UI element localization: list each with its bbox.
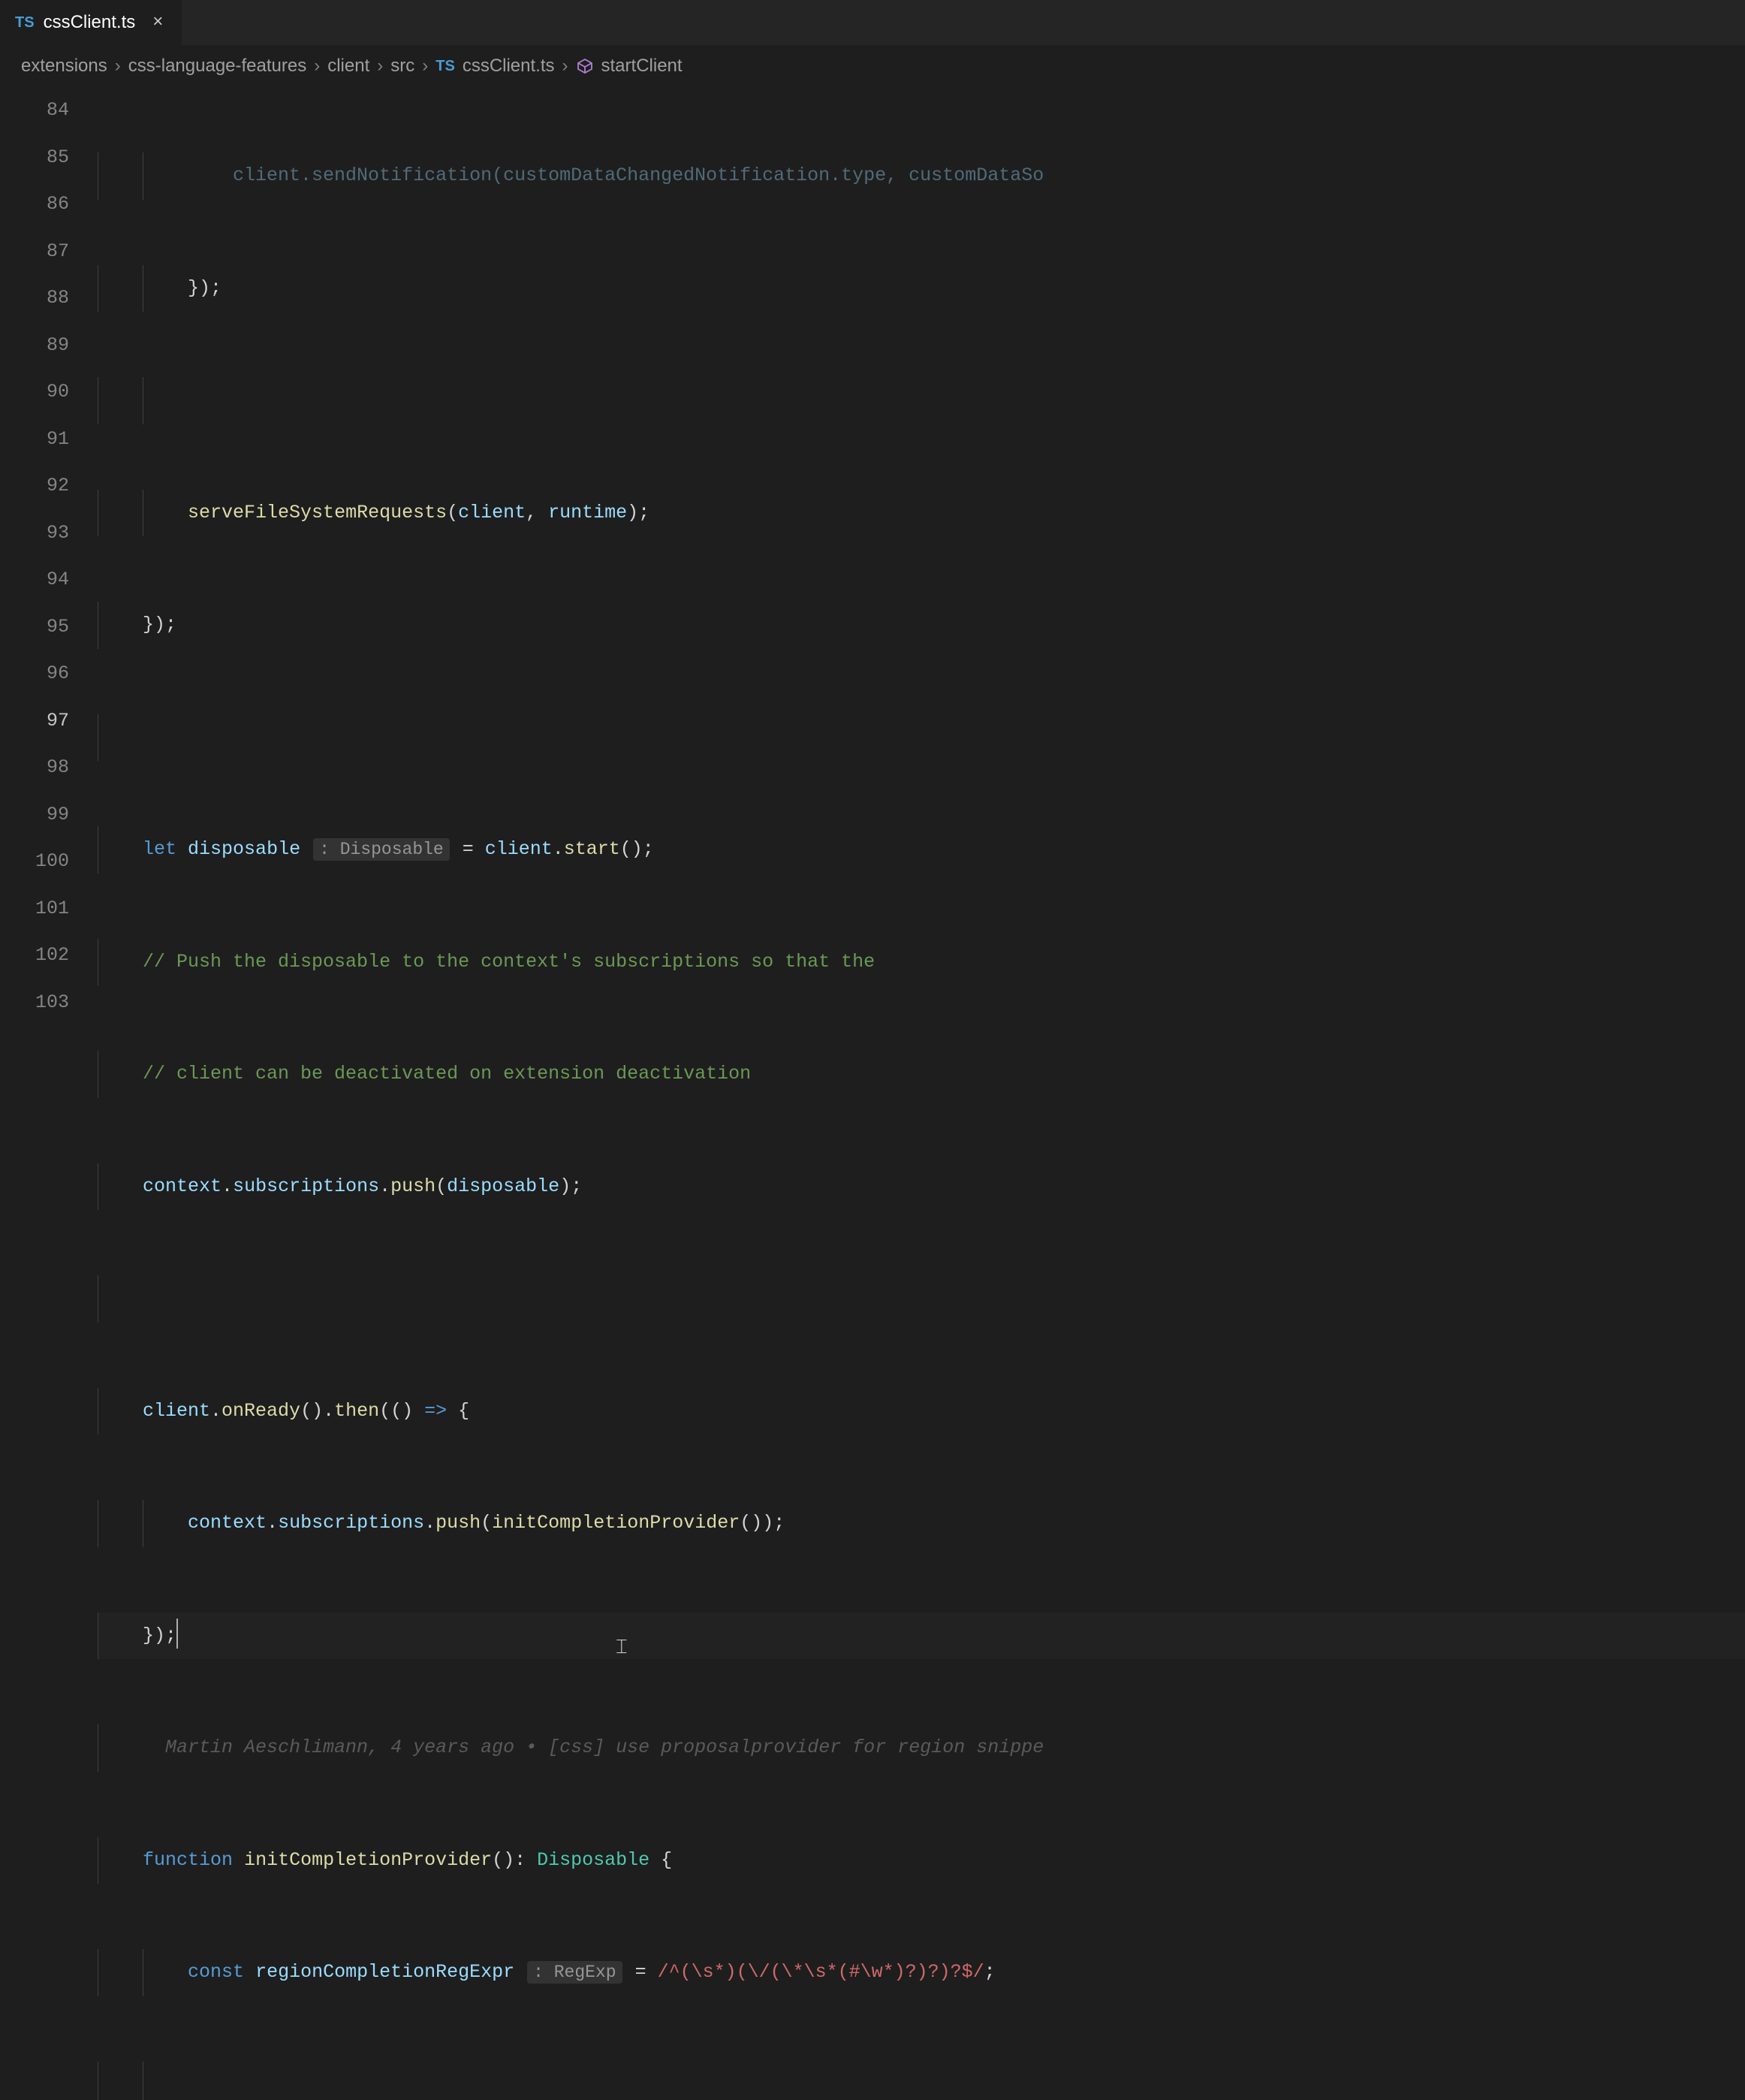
code-line[interactable]: }); <box>98 602 1745 649</box>
code-area[interactable]: client.sendNotification(customDataChange… <box>98 87 1745 2100</box>
code-text: client <box>458 502 526 523</box>
symbol-method-icon <box>576 57 594 75</box>
code-text: disposable <box>188 838 300 860</box>
breadcrumb-item[interactable]: extensions <box>21 56 107 77</box>
line-number[interactable]: 88 <box>0 275 69 322</box>
breadcrumb-item[interactable]: src <box>390 56 414 77</box>
breadcrumb-symbol[interactable]: startClient <box>601 56 683 77</box>
code-text: /^(\s*)(\/(\*\s*(#\w*)?)?)?$/ <box>658 1961 984 1983</box>
breadcrumb-item[interactable]: css-language-features <box>128 56 306 77</box>
line-number[interactable]: 98 <box>0 744 69 792</box>
line-number[interactable]: 97 <box>0 698 69 745</box>
chevron-right-icon: › <box>314 56 320 77</box>
code-line[interactable]: context.subscriptions.push(initCompletio… <box>98 1500 1745 1547</box>
code-line[interactable]: serveFileSystemRequests(client, runtime)… <box>98 490 1745 537</box>
code-text: push <box>390 1175 435 1197</box>
breadcrumb-file[interactable]: cssClient.ts <box>463 56 555 77</box>
code-line[interactable]: }); <box>98 265 1745 312</box>
line-number[interactable]: 96 <box>0 650 69 698</box>
code-text: }); <box>143 614 176 635</box>
line-number[interactable]: 89 <box>0 322 69 370</box>
code-text: let <box>143 838 176 860</box>
tab-active[interactable]: TS cssClient.ts × <box>0 0 182 45</box>
line-number[interactable]: 99 <box>0 792 69 839</box>
code-text: subscriptions <box>233 1175 379 1197</box>
code-line[interactable] <box>98 377 1745 424</box>
line-number[interactable]: 87 <box>0 228 69 276</box>
code-line[interactable] <box>98 2062 1745 2100</box>
line-number[interactable]: 100 <box>0 838 69 886</box>
code-comment: // Push the disposable to the context's … <box>143 951 875 973</box>
code-text: client.sendNotification(customDataChange… <box>233 164 1044 186</box>
code-text: initCompletionProvider <box>244 1849 492 1871</box>
text-cursor <box>176 1619 178 1649</box>
line-number[interactable]: 103 <box>0 979 69 1027</box>
code-line[interactable]: client.sendNotification(customDataChange… <box>98 152 1745 200</box>
line-number[interactable]: 95 <box>0 604 69 651</box>
code-line[interactable]: const regionCompletionRegExpr : RegExp =… <box>98 1949 1745 1996</box>
line-number[interactable]: 102 <box>0 932 69 979</box>
close-icon[interactable]: × <box>149 14 167 32</box>
line-number-gutter: 8485868788899091929394959697989910010110… <box>0 87 98 2100</box>
code-text: client <box>143 1400 210 1422</box>
tab-label: cssClient.ts <box>44 12 136 33</box>
code-text: regionCompletionRegExpr <box>255 1961 514 1983</box>
line-number[interactable]: 90 <box>0 369 69 416</box>
code-line[interactable]: client.onReady().then(() => { <box>98 1388 1745 1435</box>
code-text: }); <box>143 1625 176 1646</box>
line-number[interactable]: 91 <box>0 416 69 463</box>
code-text: context <box>143 1175 222 1197</box>
code-text: start <box>564 838 620 860</box>
line-number[interactable]: 93 <box>0 510 69 557</box>
code-text: const <box>188 1961 244 1983</box>
line-number[interactable]: 86 <box>0 181 69 228</box>
code-text: push <box>435 1512 481 1534</box>
code-text: function <box>143 1849 233 1871</box>
code-text: serveFileSystemRequests <box>188 502 447 523</box>
chevron-right-icon: › <box>377 56 383 77</box>
code-text: client <box>485 838 553 860</box>
code-text: initCompletionProvider <box>492 1512 740 1534</box>
breadcrumb: extensions › css-language-features › cli… <box>0 45 1745 87</box>
code-line[interactable]: Martin Aeschlimann, 4 years ago • [css] … <box>98 1724 1745 1772</box>
git-blame-annotation[interactable]: Martin Aeschlimann, 4 years ago • [css] … <box>165 1736 1044 1758</box>
line-number[interactable]: 84 <box>0 87 69 134</box>
line-number[interactable]: 92 <box>0 463 69 510</box>
chevron-right-icon: › <box>562 56 568 77</box>
tab-bar: TS cssClient.ts × <box>0 0 1745 45</box>
chevron-right-icon: › <box>115 56 121 77</box>
code-line[interactable]: function initCompletionProvider(): Dispo… <box>98 1837 1745 1884</box>
line-number[interactable]: 85 <box>0 134 69 182</box>
i-beam-icon: ⌶ <box>616 1625 628 1672</box>
code-text: runtime <box>548 502 627 523</box>
code-text: onReady <box>222 1400 300 1422</box>
code-line-current[interactable]: });⌶ <box>98 1613 1745 1660</box>
typescript-icon: TS <box>435 58 455 75</box>
line-number[interactable]: 101 <box>0 886 69 933</box>
code-text: context <box>188 1512 267 1534</box>
code-line[interactable]: // client can be deactivated on extensio… <box>98 1051 1745 1098</box>
inlay-hint: : RegExp <box>527 1961 622 1984</box>
chevron-right-icon: › <box>422 56 428 77</box>
code-text: subscriptions <box>278 1512 424 1534</box>
code-line[interactable] <box>98 714 1745 762</box>
code-line[interactable] <box>98 1275 1745 1323</box>
code-text: disposable <box>447 1175 559 1197</box>
editor[interactable]: 8485868788899091929394959697989910010110… <box>0 87 1745 2100</box>
code-line[interactable]: let disposable : Disposable = client.sta… <box>98 826 1745 873</box>
breadcrumb-item[interactable]: client <box>327 56 369 77</box>
inlay-hint: : Disposable <box>313 838 450 861</box>
code-line[interactable]: context.subscriptions.push(disposable); <box>98 1163 1745 1211</box>
code-text: }); <box>188 277 222 299</box>
typescript-icon: TS <box>15 14 35 32</box>
code-text: then <box>334 1400 379 1422</box>
code-text: = <box>451 838 485 860</box>
code-comment: // client can be deactivated on extensio… <box>143 1063 751 1085</box>
code-line[interactable]: // Push the disposable to the context's … <box>98 939 1745 986</box>
line-number[interactable]: 94 <box>0 557 69 604</box>
code-text: Disposable <box>537 1849 649 1871</box>
